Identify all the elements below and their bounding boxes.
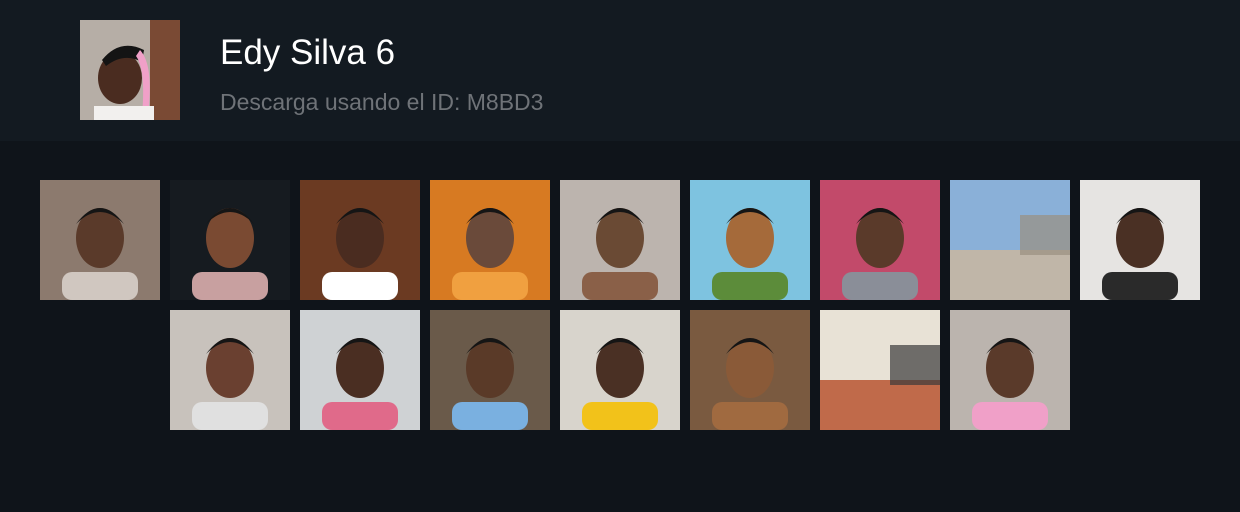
sticker-15[interactable]	[820, 310, 940, 430]
sticker-4[interactable]	[430, 180, 550, 300]
cartoon-avatar-icon	[690, 180, 810, 300]
person-selfie-icon	[690, 310, 810, 430]
sticker-16[interactable]	[950, 310, 1070, 430]
street-scene-icon	[950, 180, 1070, 300]
person-selfie-icon	[1080, 180, 1200, 300]
sticker-7[interactable]	[820, 180, 940, 300]
sticker-1[interactable]	[40, 180, 160, 300]
cartoon-avatar-icon	[170, 180, 290, 300]
person-selfie-icon	[560, 310, 680, 430]
person-portrait-icon	[950, 310, 1070, 430]
sticker-2[interactable]	[170, 180, 290, 300]
sticker-3[interactable]	[300, 180, 420, 300]
sticker-10[interactable]	[170, 310, 290, 430]
person-selfie-icon	[300, 180, 420, 300]
person-face-filter-icon	[820, 180, 940, 300]
sticker-14[interactable]	[690, 310, 810, 430]
pack-header: Edy Silva 6 Descarga usando el ID: M8BD3	[0, 0, 1240, 141]
pack-download-id: Descarga usando el ID: M8BD3	[220, 89, 544, 115]
pack-title: Edy Silva 6	[220, 33, 396, 72]
person-selfie-icon	[430, 310, 550, 430]
pack-thumbnail	[80, 20, 180, 120]
person-selfie-icon	[170, 310, 290, 430]
person-portrait-icon	[80, 20, 180, 120]
sticker-6[interactable]	[690, 180, 810, 300]
street-scene-icon	[820, 310, 940, 430]
sticker-13[interactable]	[560, 310, 680, 430]
sticker-11[interactable]	[300, 310, 420, 430]
sticker-12[interactable]	[430, 310, 550, 430]
sticker-9[interactable]	[1080, 180, 1200, 300]
person-face-filter-icon	[560, 180, 680, 300]
person-selfie-icon	[40, 180, 160, 300]
person-face-filter-icon	[430, 180, 550, 300]
sticker-5[interactable]	[560, 180, 680, 300]
sticker-8[interactable]	[950, 180, 1070, 300]
sticker-grid	[0, 141, 1240, 512]
person-selfie-icon	[300, 310, 420, 430]
